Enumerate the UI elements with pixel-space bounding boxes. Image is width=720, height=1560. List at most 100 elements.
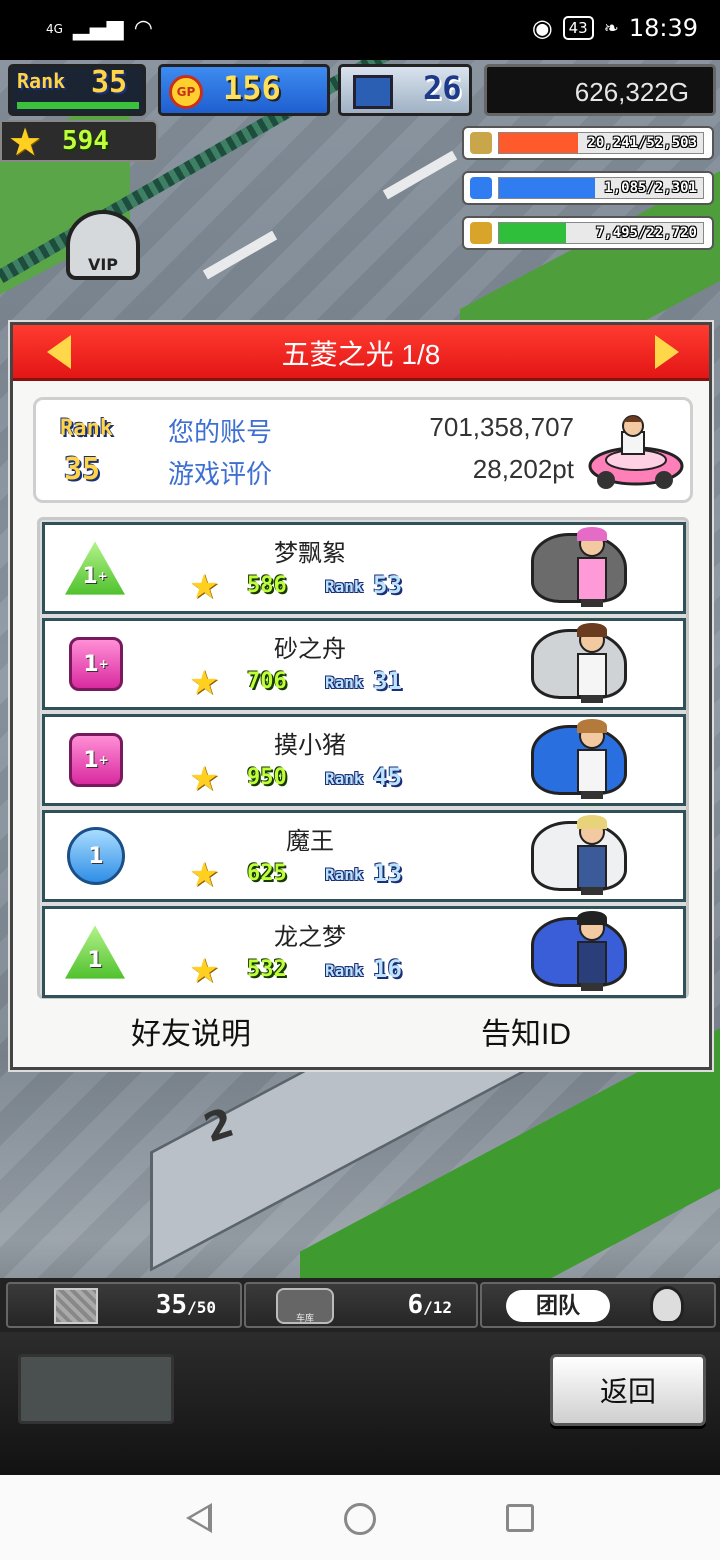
gp-value: 156 xyxy=(223,69,281,107)
star-panel: ★ 594 xyxy=(0,120,158,162)
meter-fill xyxy=(499,133,578,153)
friend-rank-label: Rank xyxy=(325,769,364,788)
gp-panel[interactable]: GP 156 xyxy=(158,64,330,116)
friend-row[interactable]: 1 + 梦飘絮 ★ 586 Rank 53 xyxy=(42,522,686,614)
friend-rank-value: 13 xyxy=(373,859,402,887)
tab-items[interactable]: 35/50 xyxy=(6,1282,242,1328)
friend-avatar-icon xyxy=(575,719,609,799)
account-card: Rank 35 您的账号 701,358,707 游戏评价 28,202pt xyxy=(33,397,693,503)
items-count-max: 50 xyxy=(196,1298,216,1317)
meter-text: 7,495/22,720 xyxy=(595,225,697,241)
friend-dialog: 五菱之光 1/8 Rank 35 您的账号 701,358,707 游戏评价 2… xyxy=(10,322,712,1070)
friend-star-points: 532 xyxy=(247,957,287,982)
garage-count-max: 12 xyxy=(432,1298,452,1317)
meter-text: 1,085/2,301 xyxy=(604,180,697,196)
account-id-label: 您的账号 xyxy=(168,417,273,447)
box-icon xyxy=(54,1288,98,1324)
rank-panel[interactable]: Rank 35 xyxy=(8,64,146,116)
system-nav-bar xyxy=(0,1475,720,1560)
rating-label: 游戏评价 xyxy=(168,459,273,489)
badge-plus: + xyxy=(97,569,108,583)
tab-team[interactable]: 团队 xyxy=(480,1282,716,1328)
meter-track: 7,495/22,720 xyxy=(498,222,704,244)
friend-name: 魔王 xyxy=(286,828,334,855)
rating-value: 28,202pt xyxy=(472,454,574,484)
star-icon: ★ xyxy=(8,120,43,164)
player-car-icon xyxy=(588,415,684,489)
badge-plus: + xyxy=(98,657,109,671)
garage-icon: 车库 xyxy=(276,1288,334,1324)
vip-button[interactable]: VIP xyxy=(66,210,140,280)
status-bar: 4G ▂▄▆ ◠ ◉ 43 ❧ 18:39 xyxy=(0,0,720,60)
friend-rank-value: 45 xyxy=(373,763,402,791)
lane-marking xyxy=(382,150,458,200)
signal-icon: ▂▄▆ xyxy=(72,16,124,41)
friend-rank-value: 31 xyxy=(373,667,402,695)
dialog-header: 五菱之光 1/8 xyxy=(13,325,709,381)
friend-star-points: 950 xyxy=(247,765,287,790)
rank-value: 35 xyxy=(91,65,128,100)
friend-name: 砂之舟 xyxy=(274,636,346,663)
tab-garage[interactable]: 车库 6/12 xyxy=(244,1282,478,1328)
network-type: 4G xyxy=(46,21,63,36)
leaf-icon: ❧ xyxy=(603,17,619,39)
friend-star-points: 625 xyxy=(247,861,287,886)
friend-rank-value: 53 xyxy=(373,571,402,599)
items-count: 35/50 xyxy=(155,1290,216,1320)
meter-fill xyxy=(499,223,567,243)
research-panel[interactable]: 26 xyxy=(338,64,472,116)
friend-star-points: 706 xyxy=(247,669,287,694)
star-icon: ★ xyxy=(189,951,220,991)
back-button[interactable]: 返回 xyxy=(550,1354,706,1426)
friend-name: 摸小猪 xyxy=(274,732,346,759)
lane-marking xyxy=(202,230,278,280)
garage-count-value: 6 xyxy=(407,1290,424,1320)
notify-id-button[interactable]: 告知ID xyxy=(481,1009,571,1053)
coin-stack-icon xyxy=(470,132,492,154)
resource-meter: 7,495/22,720 xyxy=(462,216,714,250)
friend-rank-value: 16 xyxy=(373,955,402,983)
resource-meters: 20,241/52,503 1,085/2,301 7,495/22,720 xyxy=(462,126,714,261)
friend-level-badge: 1 + xyxy=(69,733,123,787)
friend-rank-label: Rank xyxy=(325,961,364,980)
nav-back-icon[interactable] xyxy=(186,1503,212,1533)
money-panel: 626,322G xyxy=(484,64,716,116)
friend-level-badge: 1 + xyxy=(65,541,125,595)
account-rank-label: Rank xyxy=(60,416,113,441)
star-icon: ★ xyxy=(189,567,220,607)
friend-row[interactable]: 1 + 摸小猪 ★ 950 Rank 45 xyxy=(42,714,686,806)
next-page-arrow-icon[interactable] xyxy=(655,335,679,369)
team-avatar-icon xyxy=(650,1286,684,1324)
meter-text: 20,241/52,503 xyxy=(587,135,697,151)
friend-info-button[interactable]: 好友说明 xyxy=(131,1009,251,1053)
star-value: 594 xyxy=(62,126,109,156)
friend-level-badge: 1 + xyxy=(69,637,123,691)
friend-row[interactable]: 1 魔王 ★ 625 Rank 13 xyxy=(42,810,686,902)
wifi-icon: ◠ xyxy=(133,16,153,41)
nav-recents-icon[interactable] xyxy=(506,1504,534,1532)
star-icon: ★ xyxy=(189,759,220,799)
research-value: 26 xyxy=(423,69,462,107)
badge-number: 1 xyxy=(88,843,104,869)
friend-row[interactable]: 1 + 砂之舟 ★ 706 Rank 31 xyxy=(42,618,686,710)
items-count-value: 35 xyxy=(155,1290,188,1320)
star-icon: ★ xyxy=(189,855,220,895)
badge-number: 1 xyxy=(83,747,99,773)
friend-rank-label: Rank xyxy=(325,673,364,692)
eye-icon: ◉ xyxy=(531,14,553,42)
money-value: 626,322G xyxy=(574,77,689,107)
badge-plus: + xyxy=(98,753,109,767)
info-panel xyxy=(18,1354,174,1424)
friend-list[interactable]: 1 + 梦飘絮 ★ 586 Rank 53 1 + 砂之舟 ★ 706 Rank 31 1 + 摸小猪 ★ 950 R… xyxy=(37,517,689,999)
meter-fill xyxy=(499,178,595,198)
rank-progress-bar xyxy=(17,102,139,109)
friend-avatar-icon xyxy=(575,527,609,607)
garage-label: 车库 xyxy=(295,1314,314,1324)
nav-home-icon[interactable] xyxy=(344,1503,376,1535)
friend-row[interactable]: 1 龙之梦 ★ 532 Rank 16 xyxy=(42,906,686,998)
badge-number: 1 xyxy=(82,563,98,589)
friend-avatar-icon xyxy=(575,623,609,703)
friend-rank-label: Rank xyxy=(325,865,364,884)
meter-track: 20,241/52,503 xyxy=(498,132,704,154)
status-left: 4G ▂▄▆ ◠ xyxy=(46,16,153,41)
